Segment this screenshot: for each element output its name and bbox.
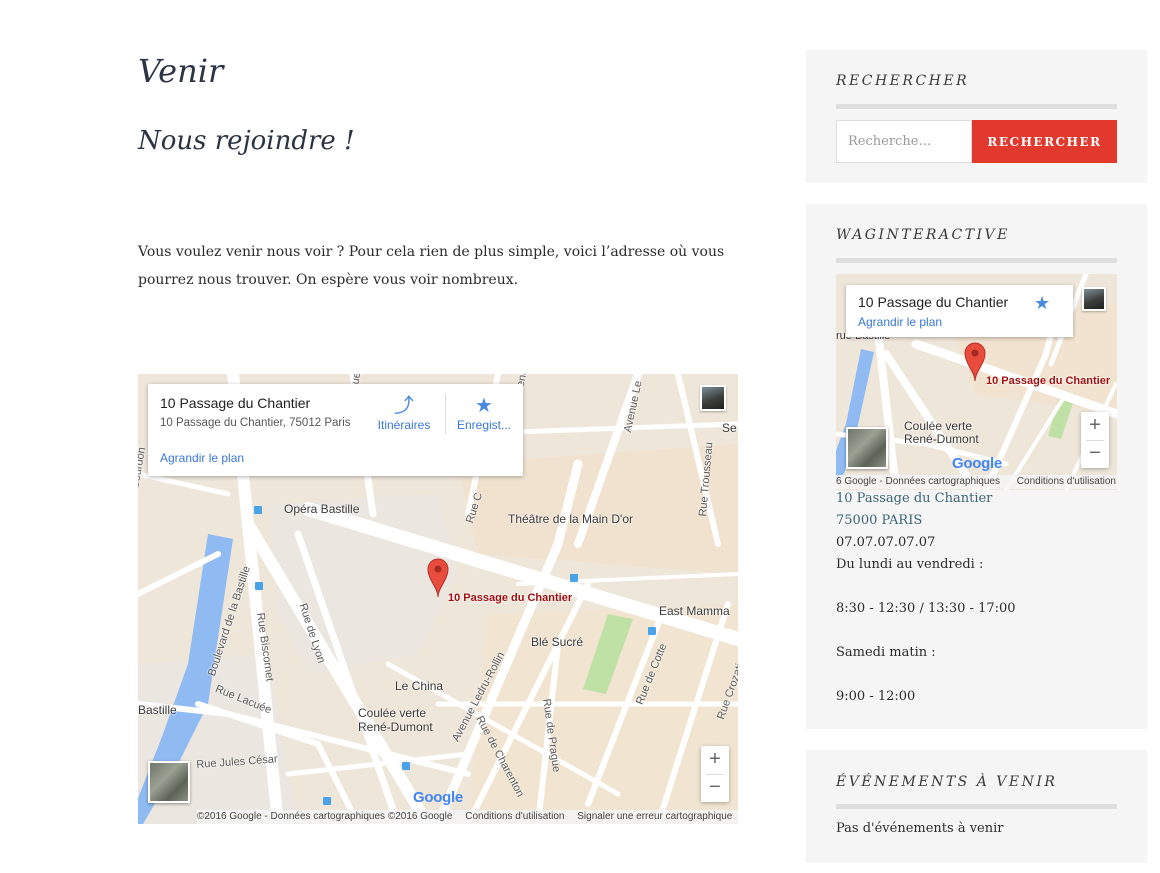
contact-widget-title: WAGINTERACTIVE <box>836 227 1010 243</box>
map-place-opera: Opéra Bastille <box>284 502 360 516</box>
mini-zoom-out-button[interactable]: − <box>1081 440 1109 468</box>
map-report-link[interactable]: Signaler une erreur cartographique <box>577 811 732 822</box>
map-pin-icon[interactable] <box>427 558 449 598</box>
zoom-controls: + − <box>701 746 729 802</box>
satellite-toggle[interactable] <box>148 761 190 803</box>
widget-title-rule <box>836 804 1117 809</box>
directions-icon: ⤴ <box>394 395 414 417</box>
mini-zoom-in-button[interactable]: + <box>1081 412 1109 440</box>
page-subtitle: Nous rejoindre ! <box>138 126 355 156</box>
map-place-address: 10 Passage du Chantier, 75012 Paris <box>160 417 351 429</box>
widget-title-rule <box>836 104 1117 109</box>
mini-map-pin-label: 10 Passage du Chantier <box>986 375 1111 387</box>
save-place-label: Enregist... <box>456 418 512 432</box>
opening-hours-saturday: 9:00 - 12:00 <box>836 689 916 704</box>
map-attribution: ©2016 Google - Données cartographiques ©… <box>197 811 453 822</box>
google-logo-text: Google <box>413 789 463 806</box>
star-icon[interactable]: ★ <box>1034 293 1050 314</box>
opening-saturday: Samedi matin : <box>836 645 936 660</box>
map-place-le-china: Le China <box>395 679 444 693</box>
contact-mini-map[interactable]: rue Bastille Coulée verte René-Dumont 10… <box>836 274 1117 490</box>
search-widget: RECHERCHER RECHERCHER <box>806 50 1147 183</box>
events-widget: ÉVÉNEMENTS À VENIR Pas d'événements à ve… <box>806 750 1147 863</box>
map-place-ble-sucre: Blé Sucré <box>531 635 584 649</box>
search-widget-title: RECHERCHER <box>836 73 970 89</box>
location-map[interactable]: Opéra Bastille Théâtre de la Main D'or E… <box>138 374 738 824</box>
card-divider <box>445 394 446 434</box>
user-avatar[interactable] <box>700 385 726 411</box>
save-place-button[interactable]: ★ Enregist... <box>448 394 520 432</box>
widget-title-rule <box>836 258 1117 263</box>
mini-map-coulee-2: René-Dumont <box>904 432 979 446</box>
mini-map-place-name: 10 Passage du Chantier <box>858 294 1009 310</box>
mini-google-logo[interactable]: Google <box>952 455 1002 472</box>
zoom-in-button[interactable]: + <box>701 746 729 774</box>
phone-number: 07.07.07.07.07 <box>836 535 936 550</box>
events-empty-message: Pas d'événements à venir <box>836 821 1004 836</box>
mini-map-attribution: 6 Google - Données cartographiques <box>836 476 1000 487</box>
opening-hours-week: 8:30 - 12:30 / 13:30 - 17:00 <box>836 601 1016 616</box>
map-pin-label: 10 Passage du Chantier <box>448 592 573 604</box>
map-place-bastille: Bastille <box>138 703 177 717</box>
directions-button[interactable]: ⤴ Itinéraires <box>368 394 440 432</box>
mini-google-logo-text: Google <box>952 455 1002 472</box>
mini-map-footer: 6 Google - Données cartographiques Condi… <box>836 475 1117 489</box>
opening-days: Du lundi au vendredi : <box>836 557 984 572</box>
address-line1-link[interactable]: 10 Passage du Chantier <box>836 491 992 506</box>
map-footer: ©2016 Google - Données cartographiques ©… <box>197 810 738 824</box>
zoom-divider <box>1086 440 1104 441</box>
search-button[interactable]: RECHERCHER <box>972 120 1117 163</box>
page-title: Venir <box>138 52 224 90</box>
zoom-divider <box>706 774 724 775</box>
zoom-out-button[interactable]: − <box>701 774 729 802</box>
events-widget-title: ÉVÉNEMENTS À VENIR <box>836 774 1058 790</box>
map-place-theatre: Théâtre de la Main D'or <box>508 512 634 526</box>
map-terms-link[interactable]: Conditions d'utilisation <box>465 811 564 822</box>
directions-label: Itinéraires <box>377 418 431 432</box>
map-place-east-mamma: East Mamma <box>659 604 730 618</box>
mini-satellite-toggle[interactable] <box>846 427 888 469</box>
mini-map-coulee-1: Coulée verte <box>904 419 973 433</box>
map-place-coulee-verte-1: Coulée verte <box>358 706 427 720</box>
address-line2-link[interactable]: 75000 PARIS <box>836 513 922 528</box>
mini-map-info-card: 10 Passage du Chantier Agrandir le plan … <box>846 285 1073 337</box>
mini-map-terms-link[interactable]: Conditions d'utilisation <box>1017 476 1116 487</box>
mini-map-pin-icon[interactable] <box>964 342 986 382</box>
contact-widget: WAGINTERACTIVE rue Bastille Coulée verte… <box>806 204 1147 729</box>
map-info-card: 10 Passage du Chantier 10 Passage du Cha… <box>148 384 523 476</box>
map-place-name: 10 Passage du Chantier <box>160 395 311 411</box>
enlarge-map-link[interactable]: Agrandir le plan <box>160 451 244 465</box>
mini-zoom-controls: + − <box>1081 412 1109 468</box>
map-place-se: Se <box>722 421 737 435</box>
map-place-coulee-verte-2: René-Dumont <box>358 720 433 734</box>
mini-map-enlarge-link[interactable]: Agrandir le plan <box>858 315 942 329</box>
google-logo[interactable]: Google <box>413 789 463 806</box>
star-icon: ★ <box>475 395 493 417</box>
search-input[interactable] <box>836 120 972 163</box>
user-avatar[interactable] <box>1082 287 1106 311</box>
intro-paragraph: Vous voulez venir nous voir ? Pour cela … <box>138 244 725 288</box>
